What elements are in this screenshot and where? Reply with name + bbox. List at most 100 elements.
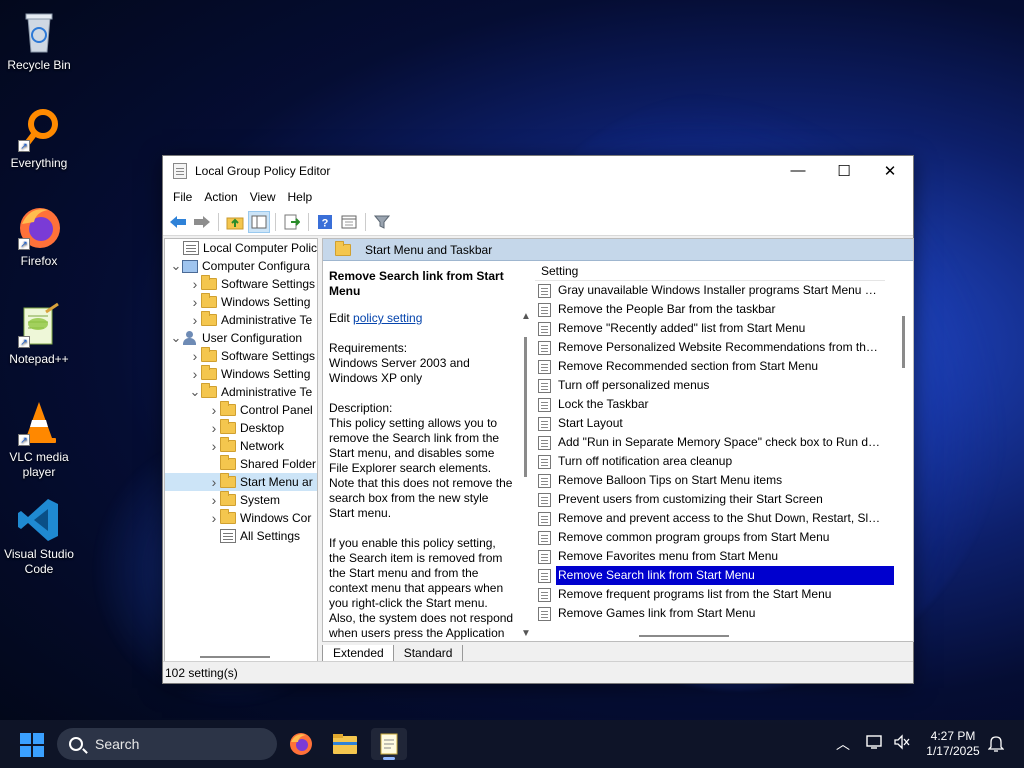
up-folder-icon[interactable]: [224, 211, 246, 233]
setting-row[interactable]: Remove the People Bar from the taskbar: [535, 300, 895, 319]
description-scrollbar[interactable]: ▲ ▼: [519, 261, 533, 641]
start-button[interactable]: [20, 733, 44, 757]
bell-icon[interactable]: [987, 734, 1005, 755]
navigation-tree[interactable]: Local Computer Policy ⌄ Computer Configura…: [164, 238, 318, 663]
tree-item[interactable]: › Windows Setting: [165, 365, 317, 383]
collapse-chevron-icon[interactable]: ›: [208, 491, 220, 509]
menu-help[interactable]: Help: [282, 190, 319, 204]
setting-row[interactable]: Remove common program groups from Start …: [535, 528, 895, 547]
policy-setting-icon: [538, 511, 551, 526]
taskbar-firefox[interactable]: [283, 728, 319, 760]
setting-name: Remove the People Bar from the taskbar: [558, 302, 776, 316]
expand-chevron-icon[interactable]: ⌄: [170, 257, 182, 275]
show-hide-tree-icon[interactable]: [248, 211, 270, 233]
tree-item[interactable]: › System: [165, 491, 317, 509]
setting-row[interactable]: Lock the Taskbar: [535, 395, 895, 414]
list-vertical-scrollbar[interactable]: [902, 316, 905, 368]
collapse-chevron-icon[interactable]: ›: [189, 347, 201, 365]
scroll-up-icon[interactable]: ▲: [519, 311, 533, 322]
edit-policy-link[interactable]: policy setting: [353, 311, 422, 325]
desktop-icon-vscode[interactable]: Visual Studio Code: [4, 497, 74, 577]
network-icon[interactable]: [866, 734, 884, 753]
scroll-down-icon[interactable]: ▼: [519, 628, 533, 639]
setting-row[interactable]: Prevent users from customizing their Sta…: [535, 490, 895, 509]
close-button[interactable]: ✕: [867, 156, 913, 185]
desktop-icon-firefox[interactable]: ↗ Firefox: [4, 204, 74, 269]
collapse-chevron-icon[interactable]: ›: [189, 275, 201, 293]
desktop-icon-vlc[interactable]: ↗ VLC media player: [4, 400, 74, 480]
collapse-chevron-icon[interactable]: ›: [208, 401, 220, 419]
tree-item[interactable]: › Administrative Te: [165, 311, 317, 329]
collapse-chevron-icon[interactable]: ›: [208, 419, 220, 437]
everything-search-icon: ↗: [16, 106, 62, 152]
tree-item[interactable]: All Settings: [165, 527, 317, 545]
help-icon[interactable]: ?: [314, 211, 336, 233]
tree-item[interactable]: › Windows Cor: [165, 509, 317, 527]
forward-arrow-icon[interactable]: [191, 211, 213, 233]
system-clock[interactable]: 4:27 PM 1/17/2025: [918, 729, 988, 759]
minimize-button[interactable]: —: [775, 156, 821, 185]
collapse-chevron-icon[interactable]: ›: [189, 365, 201, 383]
tree-item[interactable]: › Start Menu ar: [165, 473, 317, 491]
setting-row[interactable]: Remove and prevent access to the Shut Do…: [535, 509, 895, 528]
menu-file[interactable]: File: [167, 190, 198, 204]
desktop-icon-notepadpp[interactable]: ↗ Notepad++: [4, 302, 74, 367]
export-list-icon[interactable]: [281, 211, 303, 233]
setting-row[interactable]: Remove Favorites menu from Start Menu: [535, 547, 895, 566]
scrollbar-thumb[interactable]: [524, 337, 527, 477]
setting-row[interactable]: Gray unavailable Windows Installer progr…: [535, 281, 895, 300]
windows-logo-tile: [33, 733, 44, 744]
maximize-button[interactable]: ☐: [821, 156, 867, 185]
volume-muted-icon[interactable]: [893, 734, 911, 753]
tree-horizontal-scrollbar[interactable]: [200, 656, 270, 658]
setting-row[interactable]: Start Layout: [535, 414, 895, 433]
collapse-chevron-icon[interactable]: ›: [189, 293, 201, 311]
shortcut-arrow-icon: ↗: [18, 336, 30, 348]
folder-icon: [220, 491, 236, 506]
back-arrow-icon[interactable]: [167, 211, 189, 233]
tree-item[interactable]: ⌄ Administrative Te: [165, 383, 317, 401]
tree-item[interactable]: › Desktop: [165, 419, 317, 437]
desktop-icon-recycle-bin[interactable]: Recycle Bin: [4, 8, 74, 73]
collapse-chevron-icon[interactable]: ›: [208, 509, 220, 527]
setting-row[interactable]: Remove frequent programs list from the S…: [535, 585, 895, 604]
taskbar-notepad[interactable]: [371, 728, 407, 760]
setting-row[interactable]: Remove Games link from Start Menu: [535, 604, 895, 623]
desktop-icon-everything[interactable]: ↗ Everything: [4, 106, 74, 171]
setting-row[interactable]: Turn off notification area cleanup: [535, 452, 895, 471]
setting-row[interactable]: Add "Run in Separate Memory Space" check…: [535, 433, 895, 452]
menu-view[interactable]: View: [244, 190, 282, 204]
setting-row[interactable]: Remove Recommended section from Start Me…: [535, 357, 895, 376]
filter-icon[interactable]: [371, 211, 393, 233]
tree-item[interactable]: › Software Settings: [165, 347, 317, 365]
chevron-up-icon[interactable]: ︿: [836, 734, 850, 754]
tree-item-label: Network: [240, 439, 285, 453]
collapse-chevron-icon[interactable]: ›: [189, 311, 201, 329]
setting-row[interactable]: Remove "Recently added" list from Start …: [535, 319, 895, 338]
expand-chevron-icon[interactable]: ⌄: [189, 383, 201, 401]
tree-item[interactable]: Local Computer Policy: [165, 239, 317, 257]
tree-item-label: User Configuration: [202, 331, 303, 345]
tree-item[interactable]: Shared Folder: [165, 455, 317, 473]
taskbar-search-box[interactable]: Search: [57, 728, 277, 760]
tree-item[interactable]: › Windows Setting: [165, 293, 317, 311]
tree-item[interactable]: ⌄ User Configuration: [165, 329, 317, 347]
tree-item[interactable]: ⌄ Computer Configura: [165, 257, 317, 275]
menu-action[interactable]: Action: [198, 190, 243, 204]
taskbar-file-explorer[interactable]: [327, 728, 363, 760]
collapse-chevron-icon[interactable]: ›: [208, 473, 220, 491]
setting-row[interactable]: Remove Personalized Website Recommendati…: [535, 338, 895, 357]
tree-item[interactable]: › Control Panel: [165, 401, 317, 419]
expand-chevron-icon[interactable]: ⌄: [170, 329, 182, 347]
list-horizontal-scrollbar[interactable]: [639, 635, 729, 637]
setting-row[interactable]: Remove Balloon Tips on Start Menu items: [535, 471, 895, 490]
setting-row[interactable]: Remove Search link from Start Menu: [535, 566, 895, 585]
column-header-setting[interactable]: Setting: [535, 261, 885, 281]
setting-row[interactable]: Turn off personalized menus: [535, 376, 895, 395]
tree-item[interactable]: › Software Settings: [165, 275, 317, 293]
collapse-chevron-icon[interactable]: ›: [208, 437, 220, 455]
windows-logo-tile: [33, 746, 44, 757]
tree-item[interactable]: › Network: [165, 437, 317, 455]
properties-icon[interactable]: [338, 211, 360, 233]
title-bar[interactable]: Local Group Policy Editor — ☐ ✕: [163, 156, 913, 185]
